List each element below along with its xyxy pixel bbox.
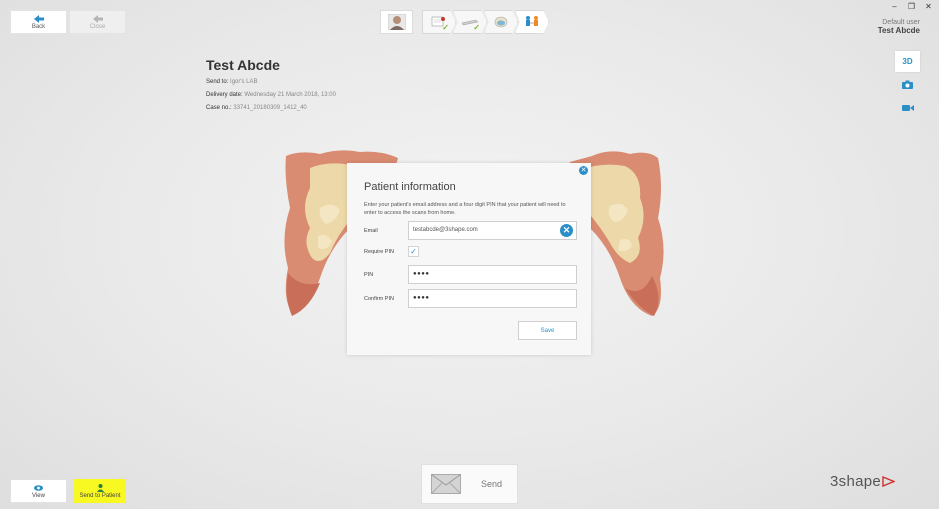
case-number-value: 33741_20180309_1412_40 <box>233 105 307 111</box>
pin-value: ●●●● <box>413 271 430 277</box>
pin-label: PIN <box>364 272 374 278</box>
clear-email-icon[interactable]: ✕ <box>560 224 573 237</box>
side-toolbar: 3D <box>895 51 920 118</box>
bottom-toolbar: View Send to Patient <box>10 479 126 503</box>
pin-field[interactable]: ●●●● <box>408 265 577 284</box>
workflow-bar: ✓ ✓ <box>380 10 549 34</box>
brand-logo-text: 3shape <box>830 473 882 490</box>
delivery-date-label: Delivery date: <box>206 92 243 98</box>
close-label: Close <box>89 23 106 30</box>
case-number-row: Case no.: 33741_20180309_1412_40 <box>206 105 336 111</box>
envelope-icon <box>431 474 461 494</box>
tooth-model-icon <box>494 16 508 28</box>
restore-button[interactable]: ❐ <box>907 2 916 11</box>
email-label: Email <box>364 228 378 234</box>
person-icon <box>96 483 104 492</box>
send-to-value: Igor's LAB <box>230 79 258 85</box>
step-review[interactable] <box>484 10 518 34</box>
logo-triangle-icon <box>882 476 896 487</box>
patient-name-heading: Test Abcde <box>206 57 280 73</box>
send-people-icon <box>526 16 538 26</box>
video-camera-icon <box>901 104 914 111</box>
send-to-patient-label: Send to Patient <box>79 492 121 499</box>
confirm-pin-label: Confirm PIN <box>364 296 394 302</box>
back-label: Back <box>31 23 46 30</box>
top-nav: Back Close <box>10 10 126 34</box>
minimize-button[interactable]: – <box>890 2 899 11</box>
view-3d-button[interactable]: 3D <box>895 51 920 72</box>
patient-information-dialog: ✕ Patient information Enter your patient… <box>347 163 591 355</box>
send-to-row: Send to: Igor's LAB <box>206 79 336 85</box>
completed-check-icon: ✓ <box>473 23 480 32</box>
send-to-label: Send to: <box>206 79 229 85</box>
case-number-label: Case no.: <box>206 105 232 111</box>
window-controls: – ❐ ✕ <box>890 2 933 11</box>
save-button[interactable]: Save <box>518 321 577 340</box>
delivery-date-row: Delivery date: Wednesday 21 March 2018, … <box>206 92 336 98</box>
camera-button[interactable] <box>895 74 920 95</box>
step-patient[interactable] <box>380 10 413 34</box>
camera-icon <box>902 80 913 89</box>
close-window-button[interactable]: ✕ <box>924 2 933 11</box>
back-button[interactable]: Back <box>10 10 67 34</box>
confirm-pin-value: ●●●● <box>413 295 430 301</box>
user-role: Default user <box>882 19 920 26</box>
user-name: Test Abcde <box>877 26 920 35</box>
close-button[interactable]: Close <box>69 10 126 34</box>
delivery-date-value: Wednesday 21 March 2018, 13:00 <box>244 92 336 98</box>
send-to-patient-button[interactable]: Send to Patient <box>74 479 126 503</box>
back-arrow-icon <box>33 14 44 23</box>
brand-logo: 3shape <box>830 473 896 490</box>
send-label: Send <box>481 479 503 489</box>
dialog-title: Patient information <box>364 181 456 193</box>
step-order-form[interactable]: ✓ <box>422 10 456 34</box>
dialog-description: Enter your patient's email address and a… <box>364 202 566 216</box>
send-button[interactable]: Send <box>421 464 518 504</box>
case-info: Test Abcde Send to: Igor's LAB Delivery … <box>206 57 336 118</box>
require-pin-checkbox[interactable]: ✓ <box>408 246 419 257</box>
eye-icon <box>34 484 43 491</box>
step-scan[interactable]: ✓ <box>453 10 487 34</box>
confirm-pin-field[interactable]: ●●●● <box>408 289 577 308</box>
dialog-close-button[interactable]: ✕ <box>579 166 588 175</box>
email-field[interactable]: testabcde@3shape.com ✕ <box>408 221 577 240</box>
completed-check-icon: ✓ <box>442 23 449 32</box>
close-arrow-icon <box>92 14 103 23</box>
require-pin-label: Require PIN <box>364 249 394 255</box>
patient-photo-icon <box>387 14 406 30</box>
workflow-steps: ✓ ✓ <box>422 10 549 34</box>
user-info: Default user Test Abcde <box>878 19 920 35</box>
view-label: View <box>32 492 45 499</box>
step-send[interactable] <box>515 10 549 34</box>
view-button[interactable]: View <box>10 479 67 503</box>
video-button[interactable] <box>895 97 920 118</box>
email-value: testabcde@3shape.com <box>413 227 478 233</box>
